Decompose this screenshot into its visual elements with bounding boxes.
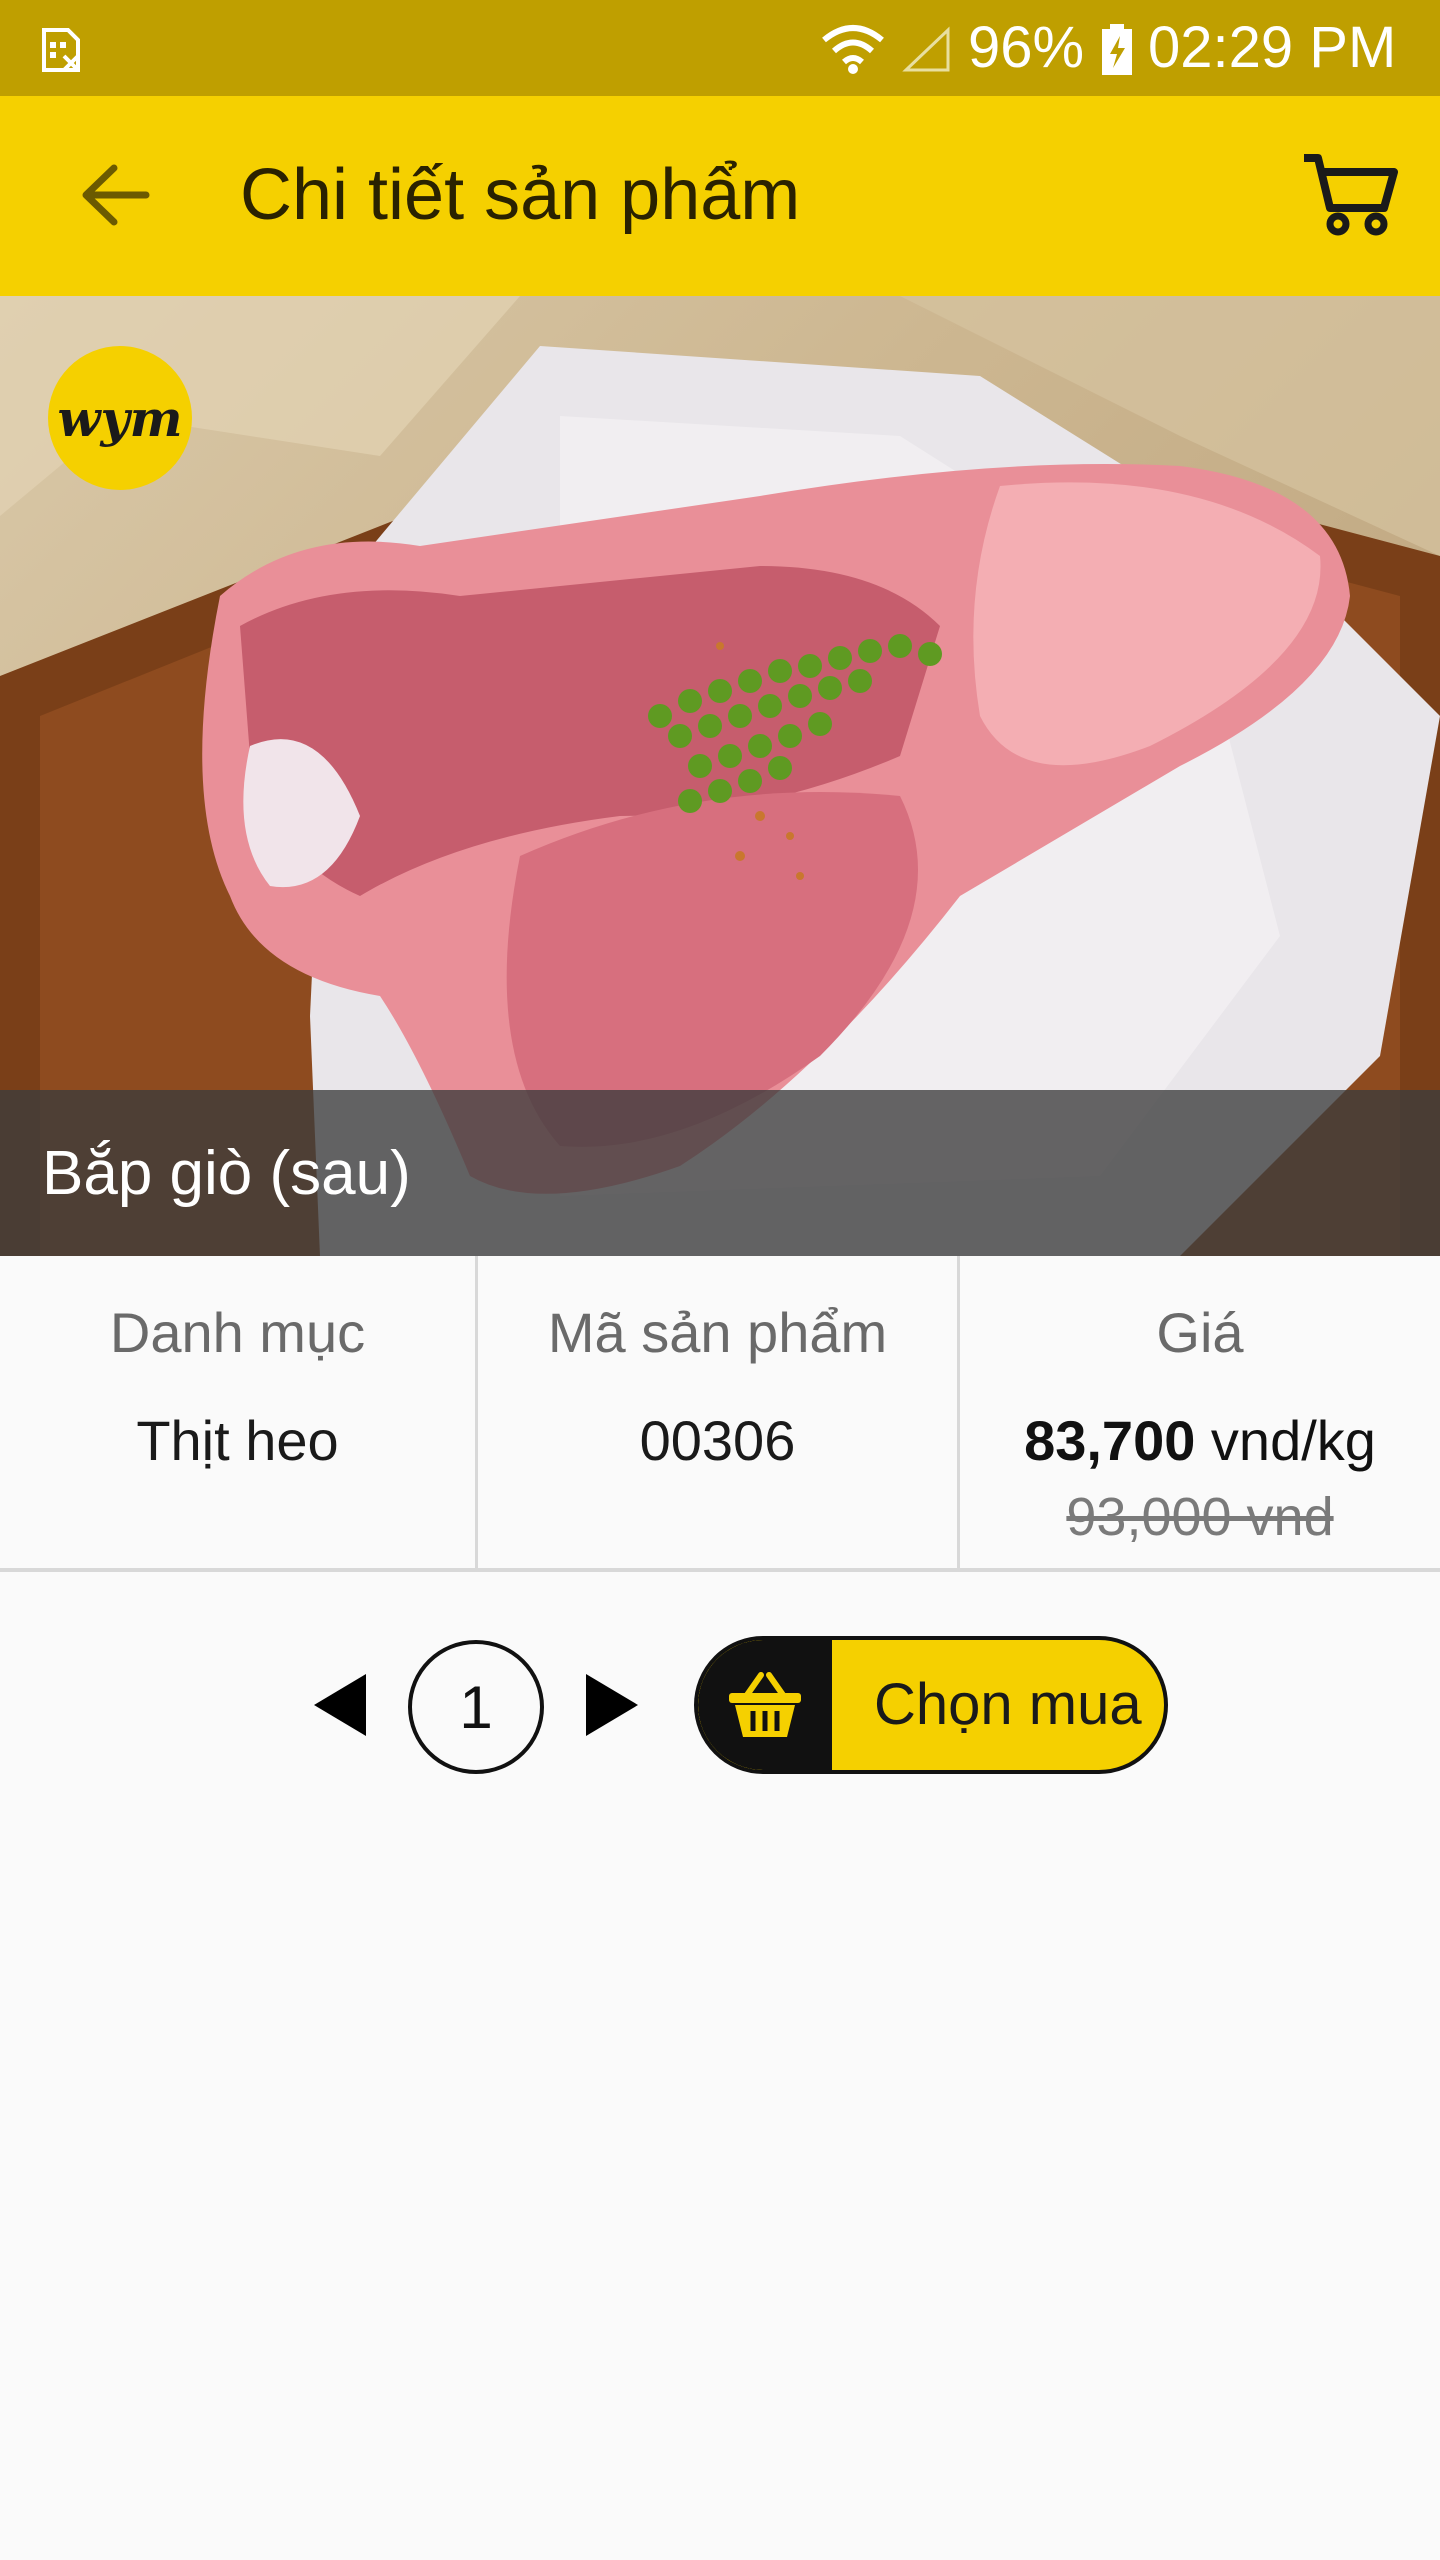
battery-percent: 96% xyxy=(968,15,1085,80)
category-label: Danh mục xyxy=(109,1301,366,1364)
price-amount: 83,700 xyxy=(1024,1409,1196,1472)
page-title: Chi tiết sản phẩm xyxy=(240,155,801,235)
cart-button[interactable] xyxy=(1290,144,1410,244)
next-arrow-icon[interactable] xyxy=(584,1672,640,1738)
app-bar: Chi tiết sản phẩm xyxy=(0,96,1440,296)
brand-logo: wym xyxy=(48,346,192,490)
brand-logo-text: wym xyxy=(57,388,183,448)
back-button[interactable] xyxy=(60,140,170,250)
wifi-icon xyxy=(822,25,884,74)
signal-icon xyxy=(902,26,950,72)
price-label: Giá xyxy=(1156,1301,1244,1364)
prev-arrow-icon[interactable] xyxy=(312,1672,368,1738)
cart-icon xyxy=(1304,154,1398,236)
buy-button[interactable]: Chọn mua xyxy=(694,1636,1168,1774)
back-arrow-icon xyxy=(82,164,150,226)
product-info-row: Danh mục Thịt heo Mã sản phẩm 00306 Giá … xyxy=(0,1256,1440,1572)
clock: 02:29 PM xyxy=(1148,15,1397,80)
buy-icon-container xyxy=(698,1640,832,1770)
category-cell: Danh mục Thịt heo xyxy=(0,1256,478,1568)
category-value: Thịt heo xyxy=(136,1409,339,1472)
product-name-overlay: Bắp giò (sau) xyxy=(0,1090,1440,1256)
status-bar: 96% 02:29 PM xyxy=(0,0,1440,96)
price-unit: vnd/kg xyxy=(1195,1409,1376,1472)
product-image: wym Bắp giò (sau) xyxy=(0,296,1440,1256)
product-code-label: Mã sản phẩm xyxy=(547,1301,888,1364)
sim-icon xyxy=(42,28,80,72)
battery-charging-icon xyxy=(1102,24,1132,75)
current-price: 83,700 vnd/kg xyxy=(960,1406,1440,1476)
product-code-cell: Mã sản phẩm 00306 xyxy=(478,1256,960,1568)
basket-icon xyxy=(729,1672,801,1737)
price-cell: Giá 83,700 vnd/kg 93,000 vnd xyxy=(960,1256,1440,1568)
buy-button-label: Chọn mua xyxy=(874,1672,1142,1737)
product-name: Bắp giò (sau) xyxy=(42,1139,411,1208)
product-code-value: 00306 xyxy=(639,1409,796,1472)
quantity-value[interactable]: 1 xyxy=(408,1640,544,1774)
old-price: 93,000 vnd xyxy=(1066,1487,1334,1547)
